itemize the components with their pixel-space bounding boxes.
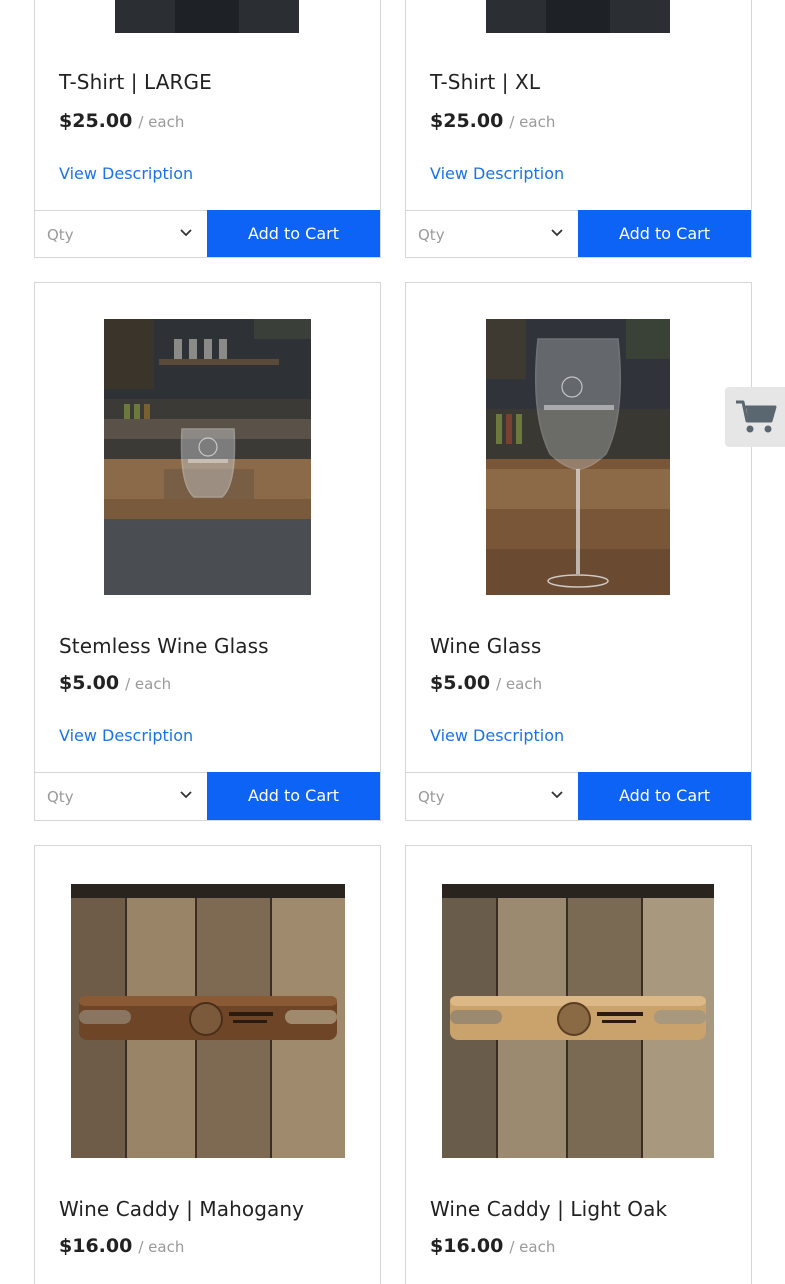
qty-placeholder: Qty [47,788,74,806]
price-amount: $16.00 [59,1235,133,1257]
product-image[interactable] [486,0,670,33]
add-to-cart-button[interactable]: Add to Cart [578,210,751,257]
chevron-down-icon [180,791,192,799]
product-image[interactable] [442,884,714,1158]
product-price: $16.00 / each [430,1235,555,1257]
product-title: Wine Glass [430,634,542,658]
cart-actions: Qty Add to Cart [35,772,380,820]
view-description-link[interactable]: View Description [59,164,193,183]
product-title: T-Shirt | XL [430,70,541,94]
view-description-link[interactable]: View Description [430,726,564,745]
price-amount: $25.00 [430,110,504,132]
qty-placeholder: Qty [418,788,445,806]
product-card: Wine Caddy | Mahogany $16.00 / each [34,845,381,1284]
cart-actions: Qty Add to Cart [406,210,751,257]
price-amount: $5.00 [430,672,491,694]
price-unit: / each [509,113,556,131]
product-card: Wine Glass $5.00/ each View Description … [405,282,752,821]
view-description-link[interactable]: View Description [430,164,564,183]
price-unit: / each [125,675,172,693]
product-title: Wine Caddy | Mahogany [59,1197,305,1221]
floating-cart-button[interactable] [725,387,785,447]
price-unit: / each [509,1238,556,1256]
qty-select[interactable]: Qty [35,211,207,257]
product-card: T-Shirt | XL $25.00 / each View Descripti… [405,0,752,258]
add-to-cart-button[interactable]: Add to Cart [207,772,380,820]
qty-select[interactable]: Qty [406,773,578,820]
price-amount: $5.00 [59,672,120,694]
stemless-glass-photo [104,319,311,595]
chevron-down-icon [551,229,563,237]
qty-select[interactable]: Qty [35,773,207,820]
product-image[interactable] [71,884,345,1158]
product-price: $25.00 / each [59,110,184,132]
price-amount: $25.00 [59,110,133,132]
product-card: T-Shirt | LARGE $25.00 / each View Descri… [34,0,381,258]
product-price: $16.00 / each [59,1235,184,1257]
wine-caddy-photo [71,884,345,1158]
qty-placeholder: Qty [47,226,74,244]
product-title: Stemless Wine Glass [59,634,269,658]
product-card: Stemless Wine Glass $5.00 / each View Des… [34,282,381,821]
product-card: Wine Caddy | Light Oak $16.00 / each [405,845,752,1284]
qty-select[interactable]: Qty [406,211,578,257]
product-image[interactable] [486,319,670,595]
price-unit: / each [138,1238,185,1256]
wine-caddy-photo [442,884,714,1158]
product-image[interactable] [104,319,311,595]
product-price: $5.00 / each [59,672,171,694]
cart-actions: Qty Add to Cart [406,772,751,820]
product-image[interactable] [115,0,299,33]
chevron-down-icon [180,229,192,237]
shopping-cart-icon [736,400,777,433]
add-to-cart-button[interactable]: Add to Cart [207,210,380,257]
price-unit: / each [138,113,185,131]
product-price: $5.00 / each [430,672,542,694]
view-description-link[interactable]: View Description [59,726,193,745]
product-title: T-Shirt | LARGE [59,70,212,94]
chevron-down-icon [551,791,563,799]
add-to-cart-button[interactable]: Add to Cart [578,772,751,820]
product-title: Wine Caddy | Light Oak [430,1197,668,1221]
price-unit: / each [496,675,543,693]
qty-placeholder: Qty [418,226,445,244]
wine-glass-photo [486,319,670,595]
cart-actions: Qty Add to Cart [35,210,380,257]
price-amount: $16.00 [430,1235,504,1257]
product-price: $25.00 / each [430,110,555,132]
